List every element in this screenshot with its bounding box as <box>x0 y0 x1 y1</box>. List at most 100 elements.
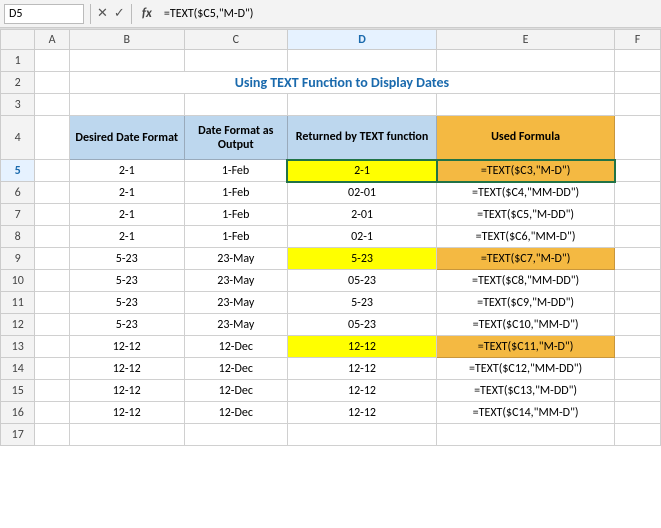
cell-a7[interactable] <box>35 204 69 226</box>
col-header-d[interactable]: D <box>287 30 436 50</box>
cell-a11[interactable] <box>35 292 69 314</box>
row-header-3[interactable]: 3 <box>1 94 35 116</box>
cell-c14[interactable]: 12-Dec <box>184 358 287 380</box>
cell-e6[interactable]: =TEXT($C4,"MM-DD") <box>437 182 615 204</box>
cell-a6[interactable] <box>35 182 69 204</box>
col-header-c[interactable]: C <box>184 30 287 50</box>
cell-e15[interactable]: =TEXT($C13,"M-DD") <box>437 380 615 402</box>
confirm-icon[interactable]: ✓ <box>114 6 125 21</box>
cell-d8[interactable]: 02-1 <box>287 226 436 248</box>
cell-c17[interactable] <box>184 424 287 446</box>
row-header-14[interactable]: 14 <box>1 358 35 380</box>
cell-d3[interactable] <box>287 94 436 116</box>
cell-a8[interactable] <box>35 226 69 248</box>
row-header-6[interactable]: 6 <box>1 182 35 204</box>
cell-d15[interactable]: 12-12 <box>287 380 436 402</box>
cell-c11[interactable]: 23-May <box>184 292 287 314</box>
cell-b12[interactable]: 5-23 <box>69 314 184 336</box>
cell-d12[interactable]: 05-23 <box>287 314 436 336</box>
row-header-11[interactable]: 11 <box>1 292 35 314</box>
formula-input[interactable]: =TEXT($C5,"M-D") <box>160 7 657 21</box>
cell-d11[interactable]: 5-23 <box>287 292 436 314</box>
cell-b9[interactable]: 5-23 <box>69 248 184 270</box>
cell-a10[interactable] <box>35 270 69 292</box>
cell-a1[interactable] <box>35 50 69 72</box>
cell-b5[interactable]: 2-1 <box>69 160 184 182</box>
cell-b7[interactable]: 2-1 <box>69 204 184 226</box>
row-header-16[interactable]: 16 <box>1 402 35 424</box>
row-header-13[interactable]: 13 <box>1 336 35 358</box>
cell-e10[interactable]: =TEXT($C8,"MM-DD") <box>437 270 615 292</box>
cell-e16[interactable]: =TEXT($C14,"MM-D") <box>437 402 615 424</box>
cell-c1[interactable] <box>184 50 287 72</box>
cell-c5[interactable]: 1-Feb <box>184 160 287 182</box>
cell-b6[interactable]: 2-1 <box>69 182 184 204</box>
cell-d7[interactable]: 2-01 <box>287 204 436 226</box>
cell-e13[interactable]: =TEXT($C11,"M-D") <box>437 336 615 358</box>
cell-b15[interactable]: 12-12 <box>69 380 184 402</box>
cell-a12[interactable] <box>35 314 69 336</box>
cell-e9[interactable]: =TEXT($C7,"M-D") <box>437 248 615 270</box>
name-box[interactable]: D5 <box>4 4 84 24</box>
cell-b3[interactable] <box>69 94 184 116</box>
cell-c7[interactable]: 1-Feb <box>184 204 287 226</box>
cell-e1[interactable] <box>437 50 615 72</box>
cancel-icon[interactable]: ✕ <box>97 6 108 21</box>
cell-c8[interactable]: 1-Feb <box>184 226 287 248</box>
cell-c10[interactable]: 23-May <box>184 270 287 292</box>
cell-d13[interactable]: 12-12 <box>287 336 436 358</box>
cell-e12[interactable]: =TEXT($C10,"MM-D") <box>437 314 615 336</box>
cell-c3[interactable] <box>184 94 287 116</box>
cell-a2[interactable] <box>35 72 69 94</box>
cell-c6[interactable]: 1-Feb <box>184 182 287 204</box>
cell-b10[interactable]: 5-23 <box>69 270 184 292</box>
cell-e11[interactable]: =TEXT($C9,"M-DD") <box>437 292 615 314</box>
col-header-a[interactable]: A <box>35 30 69 50</box>
cell-c9[interactable]: 23-May <box>184 248 287 270</box>
cell-c13[interactable]: 12-Dec <box>184 336 287 358</box>
row-header-15[interactable]: 15 <box>1 380 35 402</box>
cell-c16[interactable]: 12-Dec <box>184 402 287 424</box>
cell-b13[interactable]: 12-12 <box>69 336 184 358</box>
cell-e14[interactable]: =TEXT($C12,"MM-DD") <box>437 358 615 380</box>
cell-e17[interactable] <box>437 424 615 446</box>
cell-d10[interactable]: 05-23 <box>287 270 436 292</box>
cell-b16[interactable]: 12-12 <box>69 402 184 424</box>
cell-d1[interactable] <box>287 50 436 72</box>
cell-d16[interactable]: 12-12 <box>287 402 436 424</box>
cell-a15[interactable] <box>35 380 69 402</box>
row-header-17[interactable]: 17 <box>1 424 35 446</box>
cell-d14[interactable]: 12-12 <box>287 358 436 380</box>
cell-b14[interactable]: 12-12 <box>69 358 184 380</box>
col-header-e[interactable]: E <box>437 30 615 50</box>
cell-c12[interactable]: 23-May <box>184 314 287 336</box>
cell-a14[interactable] <box>35 358 69 380</box>
cell-a4[interactable] <box>35 116 69 160</box>
col-header-b[interactable]: B <box>69 30 184 50</box>
cell-d5[interactable]: 2-1 <box>287 160 436 182</box>
row-header-5[interactable]: 5 <box>1 160 35 182</box>
cell-a13[interactable] <box>35 336 69 358</box>
row-header-12[interactable]: 12 <box>1 314 35 336</box>
cell-a5[interactable] <box>35 160 69 182</box>
cell-e5[interactable]: =TEXT($C3,"M-D") <box>437 160 615 182</box>
row-header-1[interactable]: 1 <box>1 50 35 72</box>
cell-e8[interactable]: =TEXT($C6,"MM-D") <box>437 226 615 248</box>
col-header-f[interactable]: F <box>615 30 661 50</box>
cell-c15[interactable]: 12-Dec <box>184 380 287 402</box>
row-header-10[interactable]: 10 <box>1 270 35 292</box>
cell-d6[interactable]: 02-01 <box>287 182 436 204</box>
row-header-2[interactable]: 2 <box>1 72 35 94</box>
cell-d17[interactable] <box>287 424 436 446</box>
cell-a9[interactable] <box>35 248 69 270</box>
cell-e3[interactable] <box>437 94 615 116</box>
cell-d9[interactable]: 5-23 <box>287 248 436 270</box>
cell-a17[interactable] <box>35 424 69 446</box>
row-header-4[interactable]: 4 <box>1 116 35 160</box>
row-header-8[interactable]: 8 <box>1 226 35 248</box>
cell-b17[interactable] <box>69 424 184 446</box>
cell-e7[interactable]: =TEXT($C5,"M-DD") <box>437 204 615 226</box>
cell-a3[interactable] <box>35 94 69 116</box>
row-header-7[interactable]: 7 <box>1 204 35 226</box>
cell-a16[interactable] <box>35 402 69 424</box>
